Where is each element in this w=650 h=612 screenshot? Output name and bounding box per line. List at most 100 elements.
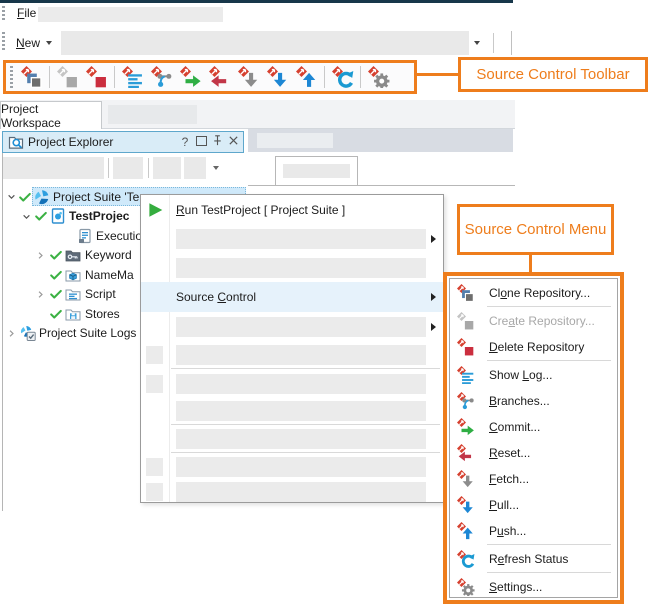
submenu-item-push[interactable]: Push...: [450, 518, 617, 544]
redacted-menu-item[interactable]: [141, 224, 443, 253]
submenu-item-label: Clone Repository...: [489, 286, 590, 300]
tree-expander-icon[interactable]: [5, 324, 18, 343]
help-icon[interactable]: ?: [177, 135, 193, 149]
submenu-item-clone-repository[interactable]: Clone Repository...: [450, 280, 617, 306]
settings-icon: [457, 578, 475, 596]
redacted-toolbar-button[interactable]: [3, 157, 104, 179]
submenu-item-commit[interactable]: Commit...: [450, 414, 617, 440]
commit-button[interactable]: [176, 64, 205, 90]
tree-expander-icon[interactable]: [34, 285, 47, 304]
clone-repository-button[interactable]: [17, 64, 46, 90]
redacted-menu-item[interactable]: [141, 454, 443, 480]
submenu-item-label: Push...: [489, 524, 526, 538]
tree-expander-icon[interactable]: [5, 187, 18, 206]
tree-expander-icon[interactable]: [34, 246, 47, 265]
delete-repository-button[interactable]: [82, 64, 111, 90]
menu-item-source-control[interactable]: Source Control: [141, 282, 443, 312]
submenu-item-create-repository[interactable]: Create Repository...: [450, 308, 617, 334]
refresh-status-button[interactable]: [328, 64, 357, 90]
fetch-button[interactable]: [234, 64, 263, 90]
submenu-item-reset[interactable]: Reset...: [450, 440, 617, 466]
redacted-document-tab[interactable]: [275, 156, 358, 186]
tab-project-workspace[interactable]: Project Workspace: [0, 101, 102, 129]
toolbar-grip[interactable]: [10, 66, 13, 88]
redacted-toolbar-button[interactable]: [153, 157, 181, 179]
redacted-menu-label: [176, 229, 426, 249]
menu-separator: [487, 360, 611, 361]
redacted-menu-item[interactable]: [141, 342, 443, 368]
show-log-icon: [457, 366, 475, 384]
tree-item-label: Keyword: [85, 246, 132, 265]
menu-item-label: Run TestProject [ Project Suite ]: [176, 203, 345, 217]
toolbar-group-divider: [114, 66, 115, 88]
submenu-item-pull[interactable]: Pull...: [450, 492, 617, 518]
combobox-dropdown-icon[interactable]: [474, 41, 480, 45]
toolbar-group-divider: [360, 66, 361, 88]
close-icon[interactable]: [225, 135, 241, 149]
reset-button[interactable]: [205, 64, 234, 90]
create-repository-button[interactable]: [53, 64, 82, 90]
submenu-item-branches[interactable]: Branches...: [450, 388, 617, 414]
tree-item-label: Project Suite 'Te: [53, 187, 139, 206]
pull-button[interactable]: [263, 64, 292, 90]
redacted-menu-icon: [146, 458, 163, 476]
redacted-label: [257, 133, 333, 148]
toolbar-divider: [148, 158, 149, 178]
tree-item-label: Stores: [85, 304, 120, 323]
redacted-toolbar-button[interactable]: [113, 157, 143, 179]
new-button[interactable]: New: [16, 36, 52, 50]
maximize-icon[interactable]: [193, 135, 209, 149]
redacted-combobox[interactable]: [61, 31, 469, 55]
submenu-item-label: Create Repository...: [489, 314, 595, 328]
submenu-item-delete-repository[interactable]: Delete Repository: [450, 334, 617, 360]
redacted-menu-items[interactable]: [38, 7, 223, 22]
check-icon: [49, 246, 64, 265]
redacted-menu-item[interactable]: [141, 480, 443, 504]
submenu-item-refresh-status[interactable]: Refresh Status: [450, 546, 617, 572]
window-title-strip: [0, 0, 513, 3]
redacted-menu-item[interactable]: [141, 253, 443, 282]
redacted-menu-item[interactable]: [141, 370, 443, 398]
redacted-tab[interactable]: [108, 105, 197, 124]
toolbar-callout-label: Source Control Toolbar: [476, 66, 629, 83]
submenu-item-settings[interactable]: Settings...: [450, 574, 617, 600]
submenu-item-label: Delete Repository: [489, 340, 584, 354]
menu-file[interactable]: File: [17, 6, 36, 20]
redacted-menu-icon: [146, 375, 163, 393]
redacted-menu-item[interactable]: [141, 312, 443, 342]
fetch-icon: [457, 470, 475, 488]
menu-separator: [487, 544, 611, 545]
project-explorer-header: Project Explorer ?: [2, 131, 244, 153]
panel-title: Project Explorer: [28, 135, 113, 149]
branches-button[interactable]: [147, 64, 176, 90]
suite-icon: [34, 187, 51, 206]
menu-item-run-testproject[interactable]: Run TestProject [ Project Suite ]: [141, 195, 443, 224]
submenu-item-show-log[interactable]: Show Log...: [450, 362, 617, 388]
folder-cube-icon: [65, 265, 82, 284]
redacted-toolbar-button[interactable]: [184, 157, 206, 179]
folder-key-icon: [65, 246, 82, 265]
window-edge: [511, 31, 512, 55]
redacted-menu-item[interactable]: [141, 398, 443, 424]
menubar-grip[interactable]: [2, 6, 5, 22]
toolbar-divider: [108, 158, 109, 178]
submenu-item-fetch[interactable]: Fetch...: [450, 466, 617, 492]
menu-item-label: Source Control: [176, 290, 256, 304]
pin-icon[interactable]: [209, 134, 225, 150]
submenu-item-label: Refresh Status: [489, 552, 568, 566]
chevron-down-icon: [46, 41, 52, 45]
redacted-menu-label: [176, 374, 426, 394]
tree-item-label: NameMa: [85, 265, 134, 284]
show-log-button[interactable]: [118, 64, 147, 90]
redacted-menu-item[interactable]: [141, 426, 443, 452]
push-button[interactable]: [292, 64, 321, 90]
toolbar-more-icon[interactable]: [213, 166, 219, 170]
settings-button[interactable]: [364, 64, 393, 90]
tree-expander-icon[interactable]: [20, 207, 33, 226]
redacted-menu-label: [176, 457, 426, 477]
suite-logs-icon: [20, 324, 37, 343]
branches-icon: [457, 392, 475, 410]
redacted-menu-label: [176, 429, 426, 449]
standard-toolbar-grip[interactable]: [2, 32, 5, 52]
redacted-menu-label: [176, 482, 426, 502]
